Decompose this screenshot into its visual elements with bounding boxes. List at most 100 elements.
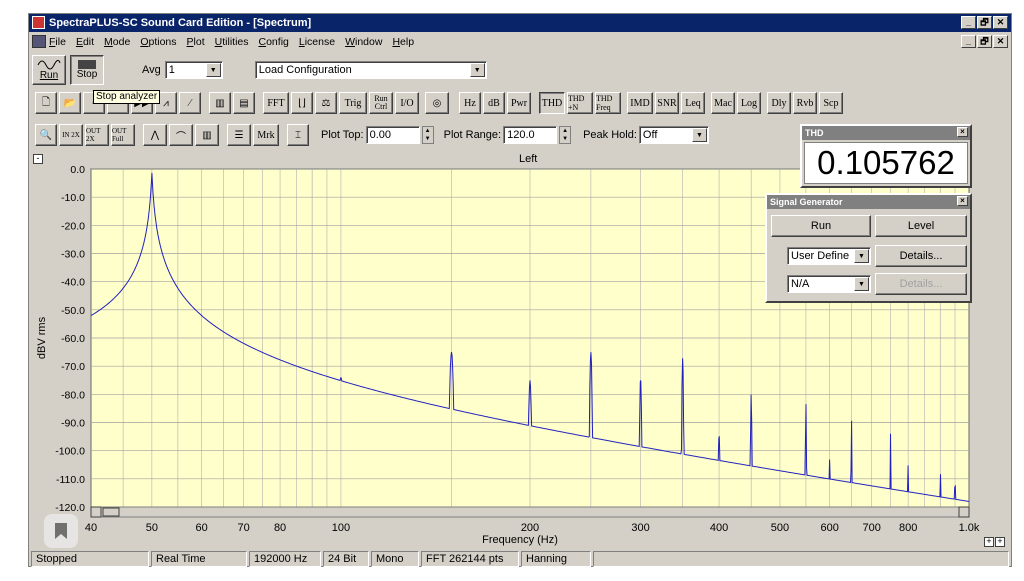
app-icon[interactable]: [32, 16, 45, 29]
menu-mode[interactable]: Mode: [104, 36, 130, 48]
minimize-button[interactable]: _: [961, 16, 976, 29]
x-tick-label: 40: [85, 522, 97, 534]
menu-file[interactable]: File: [49, 36, 66, 48]
siggen-level-button[interactable]: Level: [875, 215, 967, 237]
window-function-icon[interactable]: ⌊⌋: [291, 92, 313, 114]
peak-hold-select[interactable]: Off ▼: [638, 126, 709, 144]
pwr-button[interactable]: Pwr: [507, 92, 531, 114]
plot-range-spinner[interactable]: ▲ ▼: [559, 126, 572, 144]
chevron-down-icon[interactable]: ▼: [205, 63, 221, 77]
mdi-restore-button[interactable]: 🗗: [977, 35, 992, 48]
zoom-icon[interactable]: 🔍: [35, 124, 57, 146]
fft-button[interactable]: FFT: [263, 92, 289, 114]
y-tick-label: -120.0: [55, 502, 85, 514]
cursor-icon[interactable]: ⌶: [287, 124, 309, 146]
x-tick-label: 400: [710, 522, 728, 534]
snr-button[interactable]: SNR: [655, 92, 679, 114]
status-channels: Mono: [371, 551, 419, 567]
waveform-icon[interactable]: ⁄: [179, 92, 201, 114]
chevron-down-icon[interactable]: ▼: [691, 128, 707, 142]
run-ctrl-button[interactable]: Run Ctrl: [369, 92, 393, 114]
thd-n-button[interactable]: THD +N: [567, 92, 593, 114]
siggen-run-button[interactable]: Run: [771, 215, 871, 237]
plot-range-input[interactable]: 120.0: [503, 126, 558, 144]
hz-button[interactable]: Hz: [459, 92, 481, 114]
y-tick-label: -20.0: [61, 220, 85, 232]
menu-help[interactable]: Help: [392, 36, 414, 48]
siggen-type-select[interactable]: User Define ▼: [787, 247, 871, 265]
menu-config[interactable]: Config: [259, 36, 289, 48]
menu-utilities[interactable]: Utilities: [215, 36, 249, 48]
bar-plot-icon[interactable]: ▥: [195, 124, 219, 146]
mdi-minimize-button[interactable]: _: [961, 35, 976, 48]
thd-window-title[interactable]: THD ×: [802, 126, 970, 140]
trig-button[interactable]: Trig: [339, 92, 367, 114]
scp-button[interactable]: Scp: [819, 92, 843, 114]
signal-generator-title[interactable]: Signal Generator ×: [767, 195, 970, 209]
close-icon[interactable]: ×: [957, 127, 968, 137]
x-tick-label: 50: [146, 522, 158, 534]
open-folder-icon[interactable]: 📂: [59, 92, 81, 114]
status-state: Stopped: [31, 551, 149, 567]
avg-select[interactable]: 1 ▼: [164, 61, 223, 79]
menu-plot[interactable]: Plot: [187, 36, 205, 48]
new-file-icon[interactable]: 🗋: [35, 92, 57, 114]
mac-button[interactable]: Mac: [711, 92, 735, 114]
leq-button[interactable]: Leq: [681, 92, 705, 114]
menu-edit[interactable]: Edit: [76, 36, 94, 48]
x-tick-label: 100: [332, 522, 350, 534]
zoom-in-2x-icon[interactable]: IN 2X: [59, 124, 83, 146]
siggen-details-button[interactable]: Details...: [875, 245, 967, 267]
io-button[interactable]: I/O: [395, 92, 419, 114]
siggen-na-select[interactable]: N/A ▼: [787, 275, 871, 293]
signal-generator-window[interactable]: Signal Generator × Run Level User Define…: [765, 193, 972, 303]
thd-button[interactable]: THD: [539, 92, 565, 114]
calibration-icon[interactable]: ⚖: [315, 92, 337, 114]
x-tick-label: 80: [274, 522, 286, 534]
peak-plot-icon[interactable]: ⌒: [169, 124, 193, 146]
spectrogram-icon[interactable]: ▥: [209, 92, 231, 114]
chevron-down-icon[interactable]: ▼: [854, 249, 869, 263]
3d-surface-icon[interactable]: ▤: [233, 92, 255, 114]
menu-window[interactable]: Window: [345, 36, 382, 48]
scroll-thumb[interactable]: [102, 507, 120, 517]
chevron-down-icon[interactable]: ▼: [854, 277, 869, 291]
run-button[interactable]: Run: [32, 55, 66, 85]
menu-license[interactable]: License: [299, 36, 335, 48]
zoom-out-2x-icon[interactable]: OUT 2X: [85, 124, 109, 146]
db-button[interactable]: dB: [483, 92, 505, 114]
document-icon[interactable]: [32, 35, 46, 48]
log-button[interactable]: Log: [737, 92, 761, 114]
thd-window[interactable]: THD × 0.105762: [800, 124, 972, 188]
bookmark-icon[interactable]: [44, 514, 78, 548]
plot-top-spinner[interactable]: ▲ ▼: [421, 126, 434, 144]
scroll-right-icon[interactable]: [958, 506, 970, 518]
title-bar[interactable]: SpectraPLUS-SC Sound Card Edition - [Spe…: [29, 14, 1011, 32]
zoom-out-full-icon[interactable]: OUT Full: [111, 124, 135, 146]
imd-button[interactable]: IMD: [627, 92, 653, 114]
close-icon[interactable]: ×: [957, 196, 968, 206]
close-button[interactable]: ✕: [993, 16, 1008, 29]
chevron-down-icon[interactable]: ▼: [469, 63, 485, 77]
marker-table-icon[interactable]: ☰: [227, 124, 251, 146]
y-tick-label: -30.0: [61, 249, 85, 261]
y-tick-label: -100.0: [55, 446, 85, 458]
menu-options[interactable]: Options: [140, 36, 176, 48]
mrk-button[interactable]: Mrk: [253, 124, 279, 146]
y-tick-label: -50.0: [61, 305, 85, 317]
restore-button[interactable]: 🗗: [977, 16, 992, 29]
mdi-close-button[interactable]: ✕: [993, 35, 1008, 48]
thd-freq-button[interactable]: THD Freq: [595, 92, 621, 114]
stop-button[interactable]: Stop: [70, 55, 104, 85]
status-rate: 192000 Hz: [249, 551, 321, 567]
scroll-left-icon[interactable]: [90, 506, 102, 518]
horizontal-scrollbar[interactable]: [90, 506, 970, 518]
line-plot-icon[interactable]: ⋀: [143, 124, 167, 146]
signal-generator-icon[interactable]: ◎: [425, 92, 449, 114]
tooltip: Stop analyzer: [93, 90, 161, 104]
config-select[interactable]: Load Configuration ▼: [254, 61, 487, 79]
plot-top-input[interactable]: 0.00: [365, 126, 420, 144]
dly-button[interactable]: Dly: [767, 92, 791, 114]
x-axis-label: Frequency (Hz): [482, 534, 558, 546]
rvb-button[interactable]: Rvb: [793, 92, 817, 114]
